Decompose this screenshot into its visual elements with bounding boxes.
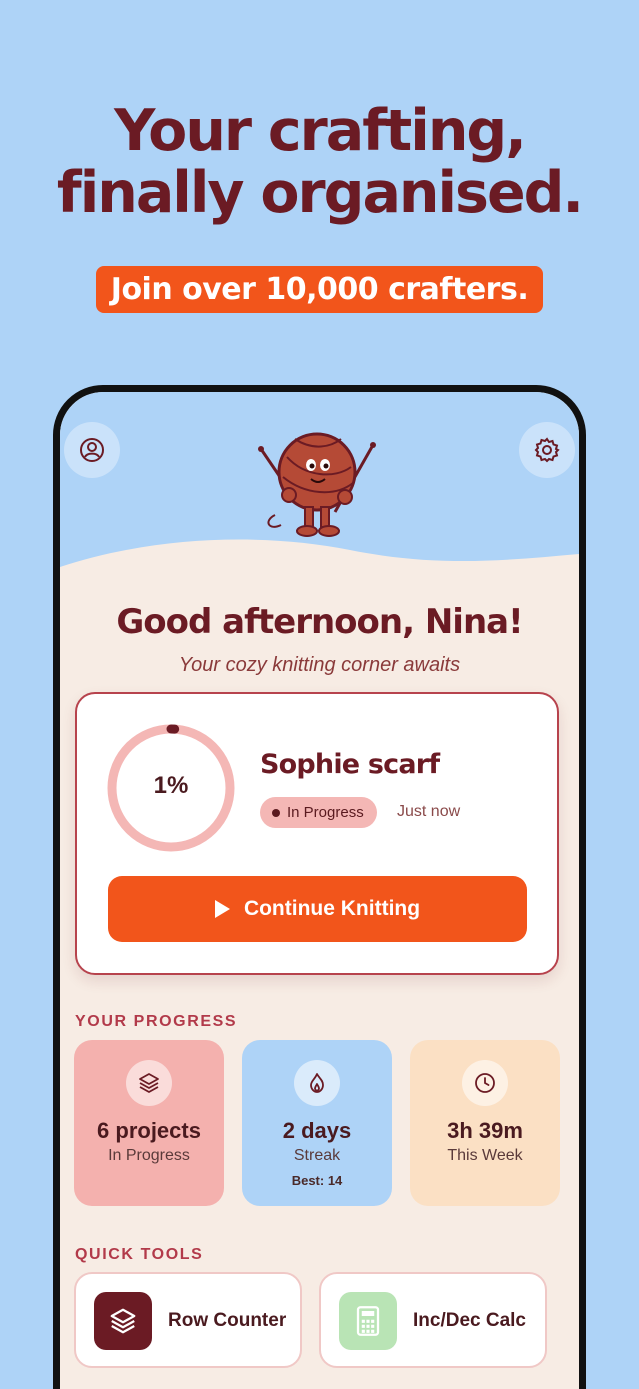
flame-icon <box>294 1060 340 1106</box>
progress-percent: 1% <box>153 772 189 799</box>
stat-value: 6 projects <box>97 1118 201 1143</box>
person-circle-icon <box>80 438 104 462</box>
profile-button[interactable] <box>64 422 120 478</box>
stat-label: In Progress <box>108 1147 190 1164</box>
stat-card-streak[interactable]: 2 days Streak Best: 14 <box>242 1040 392 1206</box>
project-name: Sophie scarf <box>260 749 440 780</box>
yarn-ball-mascot <box>258 432 376 537</box>
layers-icon <box>94 1292 152 1350</box>
stat-label: This Week <box>447 1147 523 1164</box>
progress-section-title: YOUR PROGRESS <box>75 1013 238 1030</box>
calculator-icon <box>339 1292 397 1350</box>
play-icon <box>214 900 230 918</box>
phone-frame: Good afternoon, Nina! Your cozy knitting… <box>53 385 586 1389</box>
promo-headline: Your crafting, finally organised. <box>0 100 639 224</box>
promo-tagline: Join over 10,000 crafters. <box>95 266 544 313</box>
tool-inc-dec-calc[interactable]: Inc/Dec Calc <box>319 1272 547 1368</box>
greeting-heading: Good afternoon, Nina! <box>116 602 523 642</box>
stat-value: 3h 39m <box>447 1118 523 1143</box>
stat-card-time[interactable]: 3h 39m This Week <box>410 1040 560 1206</box>
stat-card-projects[interactable]: 6 projects In Progress <box>74 1040 224 1206</box>
headline-line-1: Your crafting, <box>114 98 527 164</box>
stat-best: Best: 14 <box>291 1173 343 1188</box>
stat-label: Streak <box>293 1147 341 1164</box>
status-badge: In Progress <box>260 797 377 828</box>
continue-label: Continue Knitting <box>243 897 421 920</box>
tool-label: Inc/Dec Calc <box>413 1310 526 1331</box>
stat-value: 2 days <box>282 1118 352 1143</box>
clock-icon <box>462 1060 508 1106</box>
current-project-card[interactable]: 1% Sophie scarf In Progress Just now Con… <box>75 692 559 975</box>
greeting-subtitle: Your cozy knitting corner awaits <box>178 654 461 676</box>
continue-knitting-button[interactable]: Continue Knitting <box>108 876 527 942</box>
last-updated: Just now <box>397 803 461 820</box>
tool-label: Row Counter <box>168 1310 287 1331</box>
headline-line-2: finally organised. <box>56 160 584 226</box>
layers-icon <box>126 1060 172 1106</box>
tagline-container: Join over 10,000 crafters. <box>0 266 639 313</box>
gear-icon <box>534 437 560 463</box>
tool-row-counter[interactable]: Row Counter <box>74 1272 302 1368</box>
settings-button[interactable] <box>519 422 575 478</box>
tools-section-title: QUICK TOOLS <box>75 1246 204 1263</box>
status-text: In Progress <box>287 804 364 821</box>
status-dot-icon <box>272 809 280 817</box>
